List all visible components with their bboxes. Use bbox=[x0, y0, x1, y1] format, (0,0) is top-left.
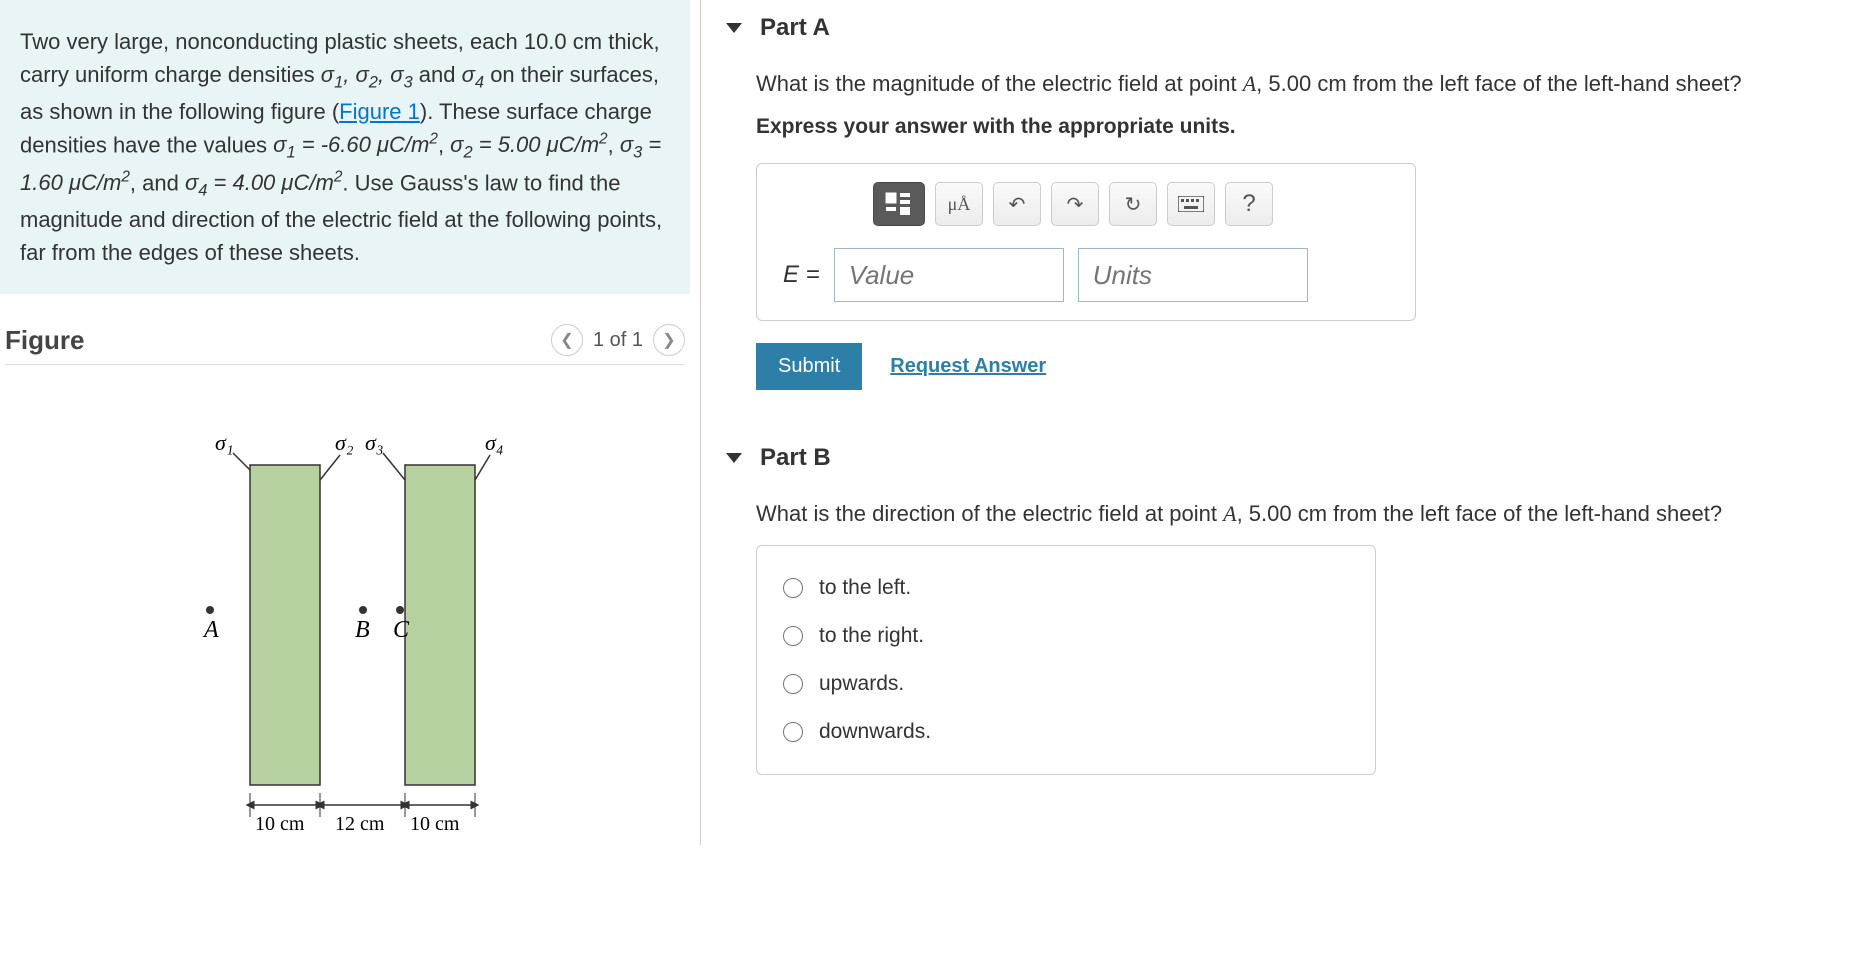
units-button[interactable]: μÅ bbox=[935, 182, 983, 226]
figure-diagram: σ₁ σ₂ σ₃ σ₄ A B C bbox=[5, 365, 685, 845]
figure-link[interactable]: Figure 1 bbox=[339, 99, 420, 124]
help-button[interactable]: ? bbox=[1225, 182, 1273, 226]
figure-prev-button[interactable]: ❮ bbox=[551, 324, 583, 356]
units-input[interactable] bbox=[1078, 248, 1308, 302]
part-a-instruction: Express your answer with the appropriate… bbox=[756, 115, 1851, 139]
radio-upwards[interactable] bbox=[783, 674, 803, 694]
figure-next-button[interactable]: ❯ bbox=[653, 324, 685, 356]
choices-box: to the left. to the right. upwards. down… bbox=[756, 545, 1376, 775]
fig-dim-1: 10 cm bbox=[255, 813, 305, 835]
undo-button[interactable]: ↶ bbox=[993, 182, 1041, 226]
fig-label-B: B bbox=[355, 617, 370, 643]
part-b-title: Part B bbox=[760, 444, 831, 472]
part-b-header[interactable]: Part B bbox=[726, 430, 1851, 486]
figure-title: Figure bbox=[5, 325, 84, 356]
choice-label: downwards. bbox=[819, 720, 931, 744]
radio-right[interactable] bbox=[783, 626, 803, 646]
choice-right[interactable]: to the right. bbox=[783, 612, 1349, 660]
figure-nav-count: 1 of 1 bbox=[593, 329, 643, 352]
fig-label-s4: σ₄ bbox=[485, 430, 504, 455]
choice-label: upwards. bbox=[819, 672, 904, 696]
choice-label: to the left. bbox=[819, 576, 911, 600]
part-a-question: What is the magnitude of the electric fi… bbox=[756, 66, 1851, 101]
radio-downwards[interactable] bbox=[783, 722, 803, 742]
e-equals-label: E = bbox=[783, 261, 820, 289]
choice-left[interactable]: to the left. bbox=[783, 564, 1349, 612]
answer-box: μÅ ↶ ↷ ↻ ? E = bbox=[756, 163, 1416, 321]
value-input[interactable] bbox=[834, 248, 1064, 302]
submit-button[interactable]: Submit bbox=[756, 343, 862, 390]
redo-button[interactable]: ↷ bbox=[1051, 182, 1099, 226]
fig-dim-2: 12 cm bbox=[335, 813, 385, 835]
fig-label-s1: σ₁ bbox=[215, 430, 234, 455]
reset-button[interactable]: ↻ bbox=[1109, 182, 1157, 226]
fig-label-s3: σ₃ bbox=[365, 430, 384, 455]
problem-statement: Two very large, nonconducting plastic sh… bbox=[0, 0, 690, 294]
caret-down-icon bbox=[726, 23, 742, 33]
choice-downwards[interactable]: downwards. bbox=[783, 708, 1349, 756]
fig-label-s2: σ₂ bbox=[335, 430, 354, 455]
part-a-title: Part A bbox=[760, 14, 830, 42]
radio-left[interactable] bbox=[783, 578, 803, 598]
choice-upwards[interactable]: upwards. bbox=[783, 660, 1349, 708]
choice-label: to the right. bbox=[819, 624, 924, 648]
part-a-header[interactable]: Part A bbox=[726, 0, 1851, 56]
fig-label-A: A bbox=[202, 617, 219, 643]
fig-label-C: C bbox=[393, 617, 410, 643]
request-answer-link[interactable]: Request Answer bbox=[890, 355, 1046, 378]
templates-button[interactable] bbox=[873, 182, 925, 226]
part-b-question: What is the direction of the electric fi… bbox=[756, 496, 1851, 531]
caret-down-icon bbox=[726, 453, 742, 463]
fig-dim-3: 10 cm bbox=[410, 813, 460, 835]
keyboard-button[interactable] bbox=[1167, 182, 1215, 226]
